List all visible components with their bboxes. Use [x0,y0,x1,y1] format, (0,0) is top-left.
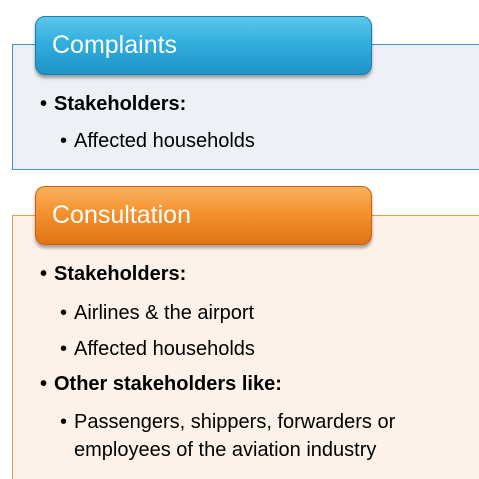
complaints-header: Complaints [35,16,372,75]
complaints-title: Complaints [52,31,178,59]
consultation-header: Consultation [35,186,372,245]
complaints-bullet-stakeholders: • Stakeholders: [40,93,187,115]
consultation-bullet-households: • Affected households [60,338,255,360]
consultation-bullet-stakeholders: • Stakeholders: [40,263,187,285]
consultation-bullet-other-stakeholders: • Other stakeholders like: [40,373,282,395]
consultation-title: Consultation [52,201,191,229]
complaints-bullet-households: • Affected households [60,130,255,152]
consultation-bullet-airlines: • Airlines & the airport [60,302,255,324]
consultation-bullet-passengers: • Passengers, shippers, forwarders or [60,411,396,433]
consultation-bullet-passengers-continued: employees of the aviation industry [74,439,377,461]
